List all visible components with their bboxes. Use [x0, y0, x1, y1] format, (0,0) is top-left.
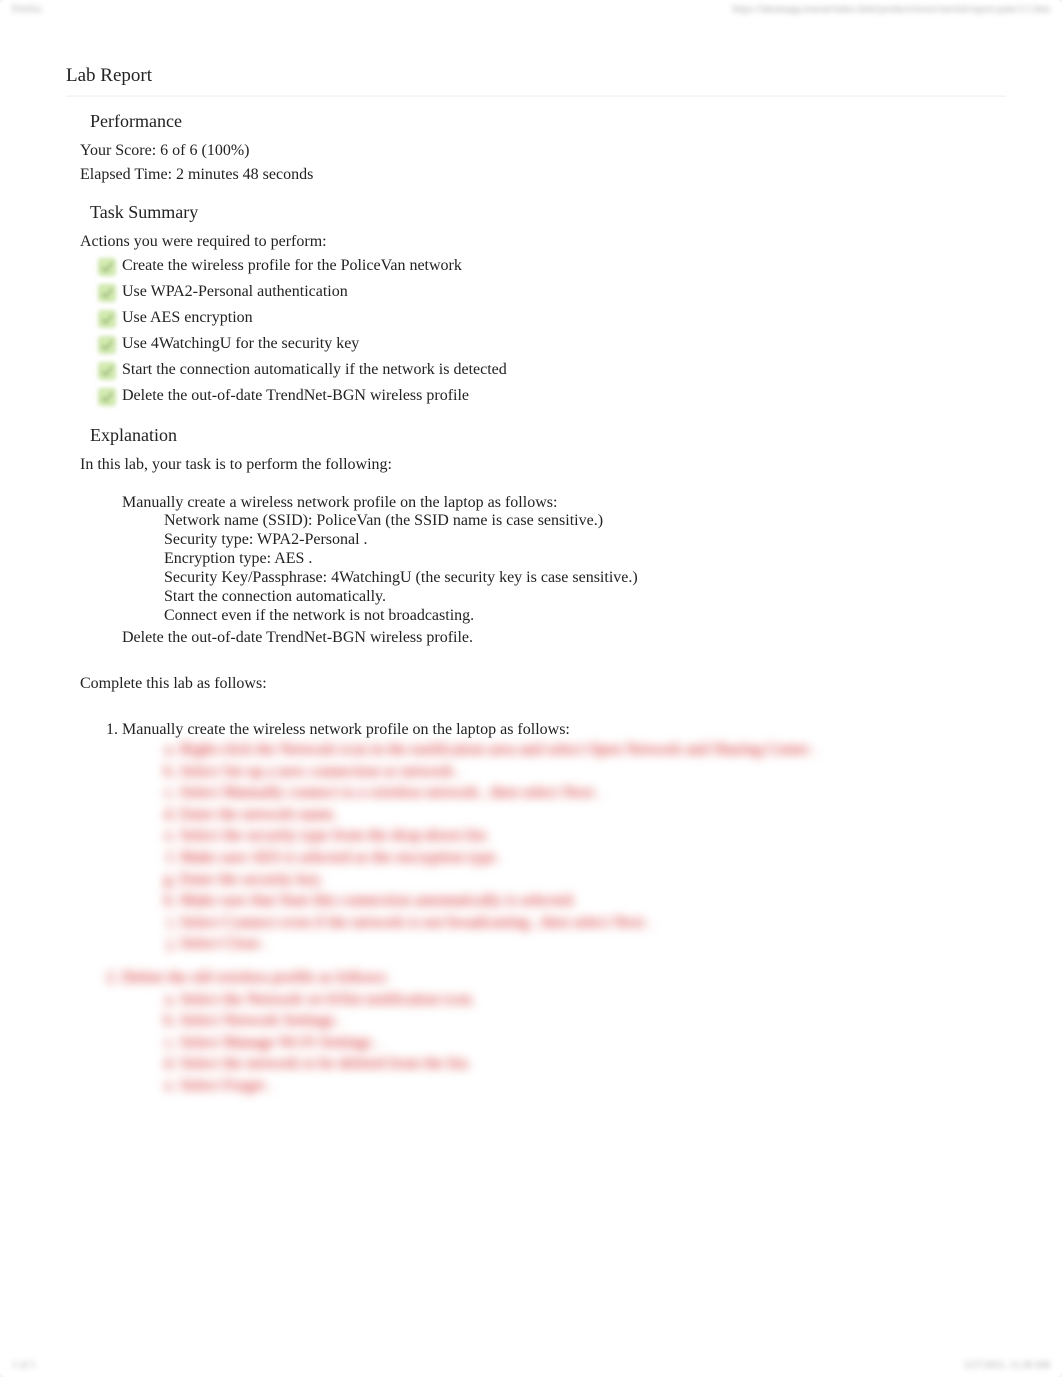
score-line: Your Score: 6 of 6 (100%): [80, 142, 1006, 160]
explanation-heading: Explanation: [90, 425, 1006, 446]
header-url: https://labsimapp.testout/index.html/pro…: [733, 4, 1050, 15]
header-source: Firefox: [12, 4, 41, 15]
substep-item: Select Forget .: [180, 1075, 1006, 1097]
actions-intro: Actions you were required to perform:: [80, 233, 1006, 251]
substep-item: Select the network to be deleted from th…: [180, 1053, 1006, 1075]
check-icon: [98, 336, 116, 354]
substep-item: Select the security type from the drop-d…: [180, 825, 1006, 847]
task-item: Use 4WatchingU for the security key: [100, 335, 1006, 353]
substep-item: Right-click the Network icon in the noti…: [180, 739, 1006, 761]
task-item-label: Use WPA2-Personal authentication: [122, 283, 348, 300]
explanation-intro: In this lab, your task is to perform the…: [80, 456, 1006, 474]
task-item: Use AES encryption: [100, 309, 1006, 327]
steps-list: Manually create the wireless network pro…: [122, 721, 1006, 955]
substep-item: Select Network Settings .: [180, 1010, 1006, 1032]
elapsed-line: Elapsed Time: 2 minutes 48 seconds: [80, 166, 1006, 184]
list-item: Security type: WPA2-Personal .: [164, 531, 1006, 549]
performance-heading: Performance: [90, 111, 1006, 132]
page-title: Lab Report: [66, 65, 1006, 87]
substep-item: Select Connect even if the network is no…: [180, 912, 1006, 934]
list-item: Network name (SSID): PoliceVan (the SSID…: [164, 512, 1006, 530]
list-item: Manually create a wireless network profi…: [122, 494, 1006, 625]
complete-intro: Complete this lab as follows:: [80, 675, 1006, 693]
substep-item: Select Close .: [180, 933, 1006, 955]
footer-date: 5/27/2021, 11:28 AM: [964, 1360, 1050, 1371]
substep-item: Select Manually connect to a wireless ne…: [180, 782, 1006, 804]
task-item-label: Create the wireless profile for the Poli…: [122, 257, 462, 274]
task-item-label: Use 4WatchingU for the security key: [122, 335, 359, 352]
check-icon: [98, 362, 116, 380]
task-summary-heading: Task Summary: [90, 202, 1006, 223]
task-item: Use WPA2-Personal authentication: [100, 283, 1006, 301]
task-item-label: Start the connection automatically if th…: [122, 361, 507, 378]
task-item: Create the wireless profile for the Poli…: [100, 257, 1006, 275]
task-item-label: Use AES encryption: [122, 309, 253, 326]
list-item: Start the connection automatically.: [164, 588, 1006, 606]
substep-item: Enter the security key.: [180, 869, 1006, 891]
task-item: Start the connection automatically if th…: [100, 361, 1006, 379]
footer-page: 1 of 1: [12, 1360, 35, 1371]
task-item-label: Delete the out-of-date TrendNet-BGN wire…: [122, 387, 469, 404]
task-list: Create the wireless profile for the Poli…: [100, 257, 1006, 405]
list-item: Connect even if the network is not broad…: [164, 607, 1006, 625]
step-text: Delete the old wireless profile as follo…: [122, 969, 389, 986]
substep-item: Select the Network wi-fi/list notificati…: [180, 989, 1006, 1011]
bullet-text: Manually create a wireless network profi…: [122, 494, 557, 511]
check-icon: [98, 258, 116, 276]
list-item: Security Key/Passphrase: 4WatchingU (the…: [164, 569, 1006, 587]
substep-item: Enter the network name.: [180, 804, 1006, 826]
check-icon: [98, 310, 116, 328]
check-icon: [98, 388, 116, 406]
divider: [66, 95, 1006, 97]
substep-item: Select Manage Wi-Fi Settings .: [180, 1032, 1006, 1054]
substep-item: Make sure AES is selected as the encrypt…: [180, 847, 1006, 869]
step-item: Manually create the wireless network pro…: [122, 721, 1006, 955]
check-icon: [98, 284, 116, 302]
substep-item: Select Set up a new connection or networ…: [180, 761, 1006, 783]
list-item: Encryption type: AES .: [164, 550, 1006, 568]
step-item: Delete the old wireless profile as follo…: [122, 967, 1006, 1097]
list-item: Delete the out-of-date TrendNet-BGN wire…: [122, 629, 1006, 647]
explanation-bullets: Manually create a wireless network profi…: [122, 494, 1006, 647]
substep-item: Make sure that Start this connection aut…: [180, 890, 1006, 912]
task-item: Delete the out-of-date TrendNet-BGN wire…: [100, 387, 1006, 405]
step-text: Manually create the wireless network pro…: [122, 721, 570, 738]
